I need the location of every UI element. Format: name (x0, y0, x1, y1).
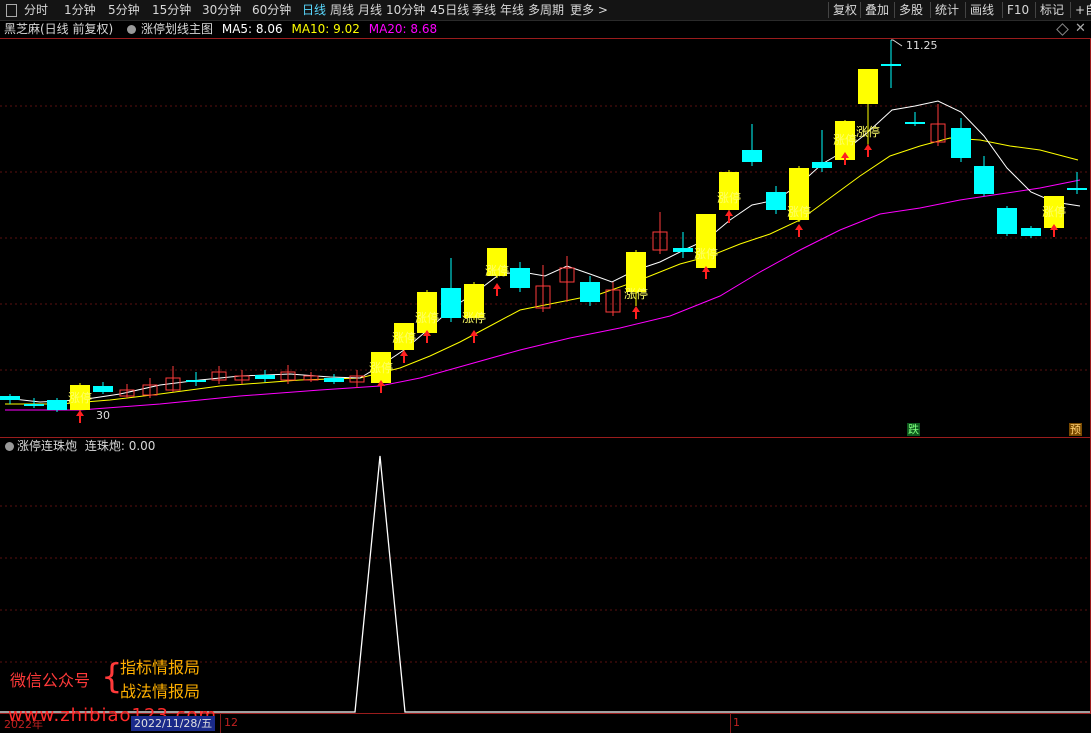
candle-body (1067, 188, 1087, 190)
limit-up-label: 涨停 (694, 246, 718, 261)
signal-arrow-icon (632, 306, 640, 319)
signal-arrow-icon (795, 224, 803, 237)
signal-arrow-icon (493, 283, 501, 296)
axis-tick (730, 713, 731, 733)
limit-up-label: 涨停 (787, 204, 811, 219)
candle-body (881, 64, 901, 66)
candle-body (951, 128, 971, 158)
sub-chart-header: 涨停连珠炮 连珠炮: 0.00 (0, 438, 155, 454)
limit-up-label: 涨停 (833, 132, 857, 147)
candle-body (626, 252, 646, 292)
limit-up-label: 涨停 (462, 310, 486, 325)
limit-up-label: 涨停 (717, 190, 741, 205)
candle-body (510, 268, 530, 288)
candle-body (47, 400, 67, 410)
settings-icon[interactable] (5, 442, 14, 451)
axis-month-1: 1 (733, 716, 740, 729)
panel-divider (0, 437, 1091, 438)
candle-body (324, 378, 344, 382)
candle-body (974, 166, 994, 194)
high-price-label: 11.25 (906, 39, 938, 52)
candle-body (812, 162, 832, 168)
candle-body (255, 375, 275, 379)
axis-month-12: 12 (224, 716, 238, 729)
signal-arrow-icon (864, 144, 872, 157)
fall-tag: 跌 (907, 423, 920, 436)
axis-cursor-date: 2022/11/28/五 (131, 716, 216, 731)
watermark-line-2: 战法情报局 (120, 682, 201, 701)
candle-body (905, 122, 925, 124)
candle-body (997, 208, 1017, 234)
candle-body (441, 288, 461, 318)
candle-body (93, 386, 113, 392)
candle-body (0, 396, 20, 400)
limit-up-label: 涨停 (392, 330, 416, 345)
watermark-lines: 指标情报局 战法情报局 (120, 656, 200, 704)
axis-tick (220, 713, 221, 733)
candle-body (766, 192, 786, 210)
limit-up-label: 涨停 (369, 360, 393, 375)
limit-up-label: 涨停 (415, 310, 439, 325)
candle-body (580, 282, 600, 302)
limit-up-label: 涨停 (68, 390, 92, 405)
limit-up-label: 涨停 (856, 124, 880, 139)
sub-indicator-value: 连珠炮: 0.00 (84, 439, 156, 453)
wechat-label: 微信公众号 (10, 671, 91, 690)
limit-up-label: 涨停 (485, 263, 509, 278)
signal-arrow-icon (725, 210, 733, 223)
high-pointer (891, 39, 903, 47)
limit-up-label: 涨停 (624, 286, 648, 301)
axis-year: 2022年 (4, 718, 43, 731)
candlestick-chart[interactable]: 涨停涨停涨停涨停 涨停涨停涨停涨停涨停涨停涨停涨停涨停11.2530 (0, 0, 1091, 437)
candle-body (24, 404, 44, 406)
sub-indicator-name[interactable]: 涨停连珠炮 (17, 439, 77, 453)
low-price-label: 30 (96, 409, 110, 422)
candle-body (673, 248, 693, 252)
candle-body (1021, 228, 1041, 236)
watermark-line-1: 指标情报局 (120, 658, 201, 677)
signal-arrow-icon (76, 410, 84, 423)
candle-body (186, 380, 206, 382)
limit-up-label: 涨停 (1042, 204, 1066, 219)
candle-body (858, 69, 878, 104)
candle-body (742, 150, 762, 162)
preview-tag: 预 (1069, 423, 1082, 436)
ma10-line (5, 137, 1079, 405)
